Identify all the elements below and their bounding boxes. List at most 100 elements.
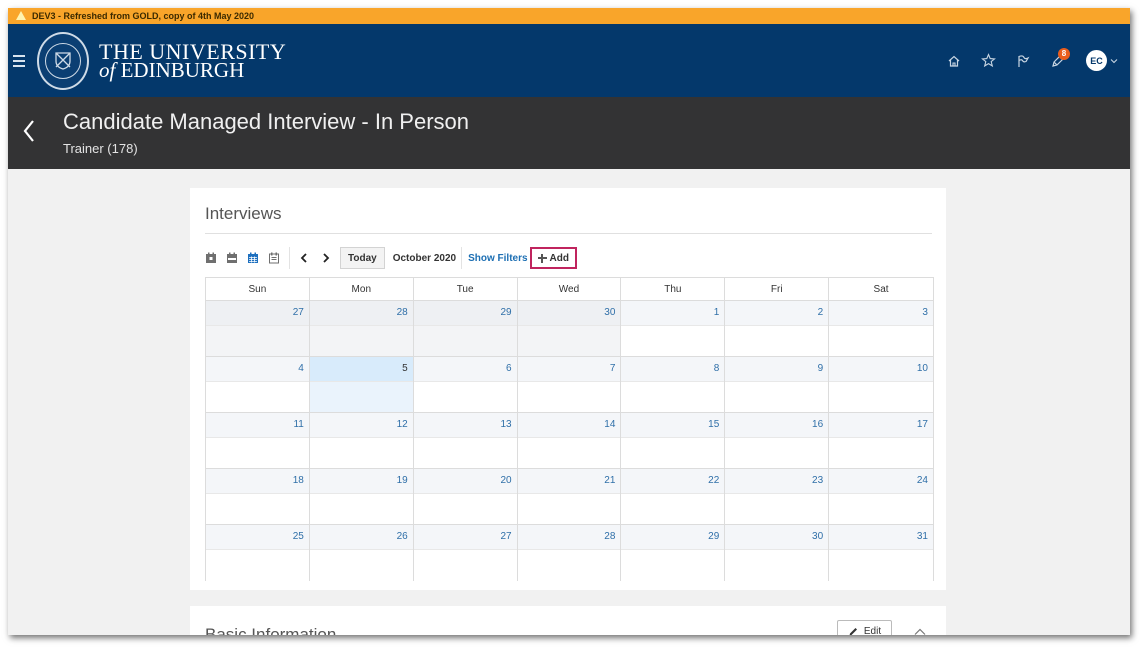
calendar-day-cell[interactable]: 15 xyxy=(621,413,726,468)
month-calendar: Sun Mon Tue Wed Thu Fri Sat 27 28 29 30 … xyxy=(205,277,934,581)
university-crest-logo[interactable] xyxy=(37,31,89,90)
environment-banner-text: DEV3 - Refreshed from GOLD, copy of 4th … xyxy=(32,11,255,21)
calendar-day-cell[interactable]: 14 xyxy=(517,413,622,468)
calendar-day-cell[interactable]: 18 xyxy=(206,469,310,524)
day-number[interactable]: 27 xyxy=(500,531,511,542)
day-number[interactable]: 3 xyxy=(922,307,928,318)
day-number[interactable]: 30 xyxy=(812,531,823,542)
calendar-day-cell[interactable]: 16 xyxy=(725,413,830,468)
day-number[interactable]: 15 xyxy=(708,419,719,430)
star-icon[interactable] xyxy=(981,53,996,68)
day-number[interactable]: 17 xyxy=(917,419,928,430)
day-number[interactable]: 7 xyxy=(610,363,616,374)
show-filters-link[interactable]: Show Filters xyxy=(468,253,527,264)
calendar-day-cell[interactable]: 30 xyxy=(725,525,830,581)
flag-icon[interactable] xyxy=(1016,54,1030,68)
week-view-icon[interactable] xyxy=(226,252,238,264)
day-number[interactable]: 2 xyxy=(818,307,824,318)
calendar-day-cell-today[interactable]: 5 xyxy=(309,357,414,412)
calendar-day-cell[interactable]: 11 xyxy=(206,413,310,468)
university-wordmark[interactable]: THE UNIVERSITY of EDINBURGH xyxy=(99,40,286,82)
day-number[interactable]: 19 xyxy=(397,475,408,486)
calendar-day-cell[interactable]: 12 xyxy=(309,413,414,468)
weekday-header: Wed xyxy=(518,278,622,300)
day-number[interactable]: 29 xyxy=(500,307,511,318)
menu-icon[interactable] xyxy=(13,54,25,67)
day-number[interactable]: 8 xyxy=(714,363,720,374)
calendar-day-cell[interactable]: 10 xyxy=(829,357,933,412)
edit-button-label: Edit xyxy=(863,625,882,636)
day-number[interactable]: 31 xyxy=(917,531,928,542)
brand-of: of xyxy=(99,57,116,82)
day-number[interactable]: 26 xyxy=(397,531,408,542)
next-month-button[interactable] xyxy=(318,253,334,263)
add-button[interactable]: Add xyxy=(529,247,577,269)
day-number[interactable]: 28 xyxy=(397,307,408,318)
calendar-day-cell[interactable]: 17 xyxy=(829,413,933,468)
day-number[interactable]: 23 xyxy=(812,475,823,486)
day-number[interactable]: 22 xyxy=(708,475,719,486)
calendar-day-cell[interactable]: 26 xyxy=(309,525,414,581)
chevron-up-icon xyxy=(914,628,926,635)
calendar-day-cell[interactable]: 27 xyxy=(413,525,518,581)
day-number[interactable]: 25 xyxy=(293,531,304,542)
calendar-day-cell[interactable]: 13 xyxy=(413,413,518,468)
calendar-day-cell[interactable]: 7 xyxy=(517,357,622,412)
home-icon[interactable] xyxy=(947,54,961,68)
calendar-day-cell[interactable]: 2 xyxy=(725,301,830,356)
day-number[interactable]: 28 xyxy=(604,531,615,542)
calendar-day-cell[interactable]: 31 xyxy=(829,525,933,581)
calendar-day-cell[interactable]: 6 xyxy=(413,357,518,412)
calendar-day-cell[interactable]: 28 xyxy=(309,301,414,356)
calendar-day-cell[interactable]: 4 xyxy=(206,357,310,412)
calendar-day-cell[interactable]: 23 xyxy=(725,469,830,524)
day-number[interactable]: 10 xyxy=(917,363,928,374)
day-number[interactable]: 11 xyxy=(293,419,303,430)
day-number[interactable]: 21 xyxy=(604,475,615,486)
day-number[interactable]: 14 xyxy=(604,419,615,430)
day-number[interactable]: 29 xyxy=(708,531,719,542)
calendar-day-cell[interactable]: 30 xyxy=(517,301,622,356)
today-button[interactable]: Today xyxy=(340,247,385,269)
day-number[interactable]: 1 xyxy=(714,307,720,318)
interviews-title: Interviews xyxy=(205,204,282,223)
calendar-day-cell[interactable]: 24 xyxy=(829,469,933,524)
day-number[interactable]: 24 xyxy=(917,475,928,486)
calendar-day-cell[interactable]: 19 xyxy=(309,469,414,524)
calendar-day-cell[interactable]: 29 xyxy=(621,525,726,581)
day-number[interactable]: 30 xyxy=(604,307,615,318)
chevron-left-icon xyxy=(300,253,307,263)
day-number[interactable]: 12 xyxy=(397,419,408,430)
page-title: Candidate Managed Interview - In Person xyxy=(63,109,470,134)
list-view-icon[interactable] xyxy=(268,252,280,264)
day-number[interactable]: 5 xyxy=(402,363,408,374)
calendar-day-cell[interactable]: 27 xyxy=(206,301,310,356)
calendar-day-cell[interactable]: 28 xyxy=(517,525,622,581)
day-number[interactable]: 16 xyxy=(812,419,823,430)
day-number[interactable]: 13 xyxy=(500,419,511,430)
day-number[interactable]: 20 xyxy=(500,475,511,486)
calendar-day-cell[interactable]: 3 xyxy=(829,301,933,356)
calendar-day-cell[interactable]: 25 xyxy=(206,525,310,581)
day-number[interactable]: 18 xyxy=(293,475,304,486)
calendar-day-cell[interactable]: 22 xyxy=(621,469,726,524)
calendar-day-cell[interactable]: 9 xyxy=(725,357,830,412)
calendar-day-cell[interactable]: 21 xyxy=(517,469,622,524)
back-chevron-icon[interactable] xyxy=(22,119,36,148)
edit-button[interactable]: Edit xyxy=(837,620,892,635)
notifications-icon[interactable]: 8 xyxy=(1050,47,1070,69)
previous-month-button[interactable] xyxy=(296,253,312,263)
day-number[interactable]: 27 xyxy=(293,307,304,318)
calendar-day-cell[interactable]: 1 xyxy=(621,301,726,356)
calendar-day-cell[interactable]: 20 xyxy=(413,469,518,524)
month-view-icon[interactable] xyxy=(247,252,259,264)
day-number[interactable]: 6 xyxy=(506,363,512,374)
user-menu[interactable]: EC xyxy=(1086,50,1118,71)
calendar-day-cell[interactable]: 29 xyxy=(413,301,518,356)
collapse-section-button[interactable] xyxy=(914,623,926,635)
day-number[interactable]: 9 xyxy=(818,363,824,374)
day-number[interactable]: 4 xyxy=(298,363,304,374)
calendar-day-cell[interactable]: 8 xyxy=(621,357,726,412)
day-view-icon[interactable] xyxy=(205,252,217,264)
basic-information-title: Basic Information xyxy=(205,625,337,635)
